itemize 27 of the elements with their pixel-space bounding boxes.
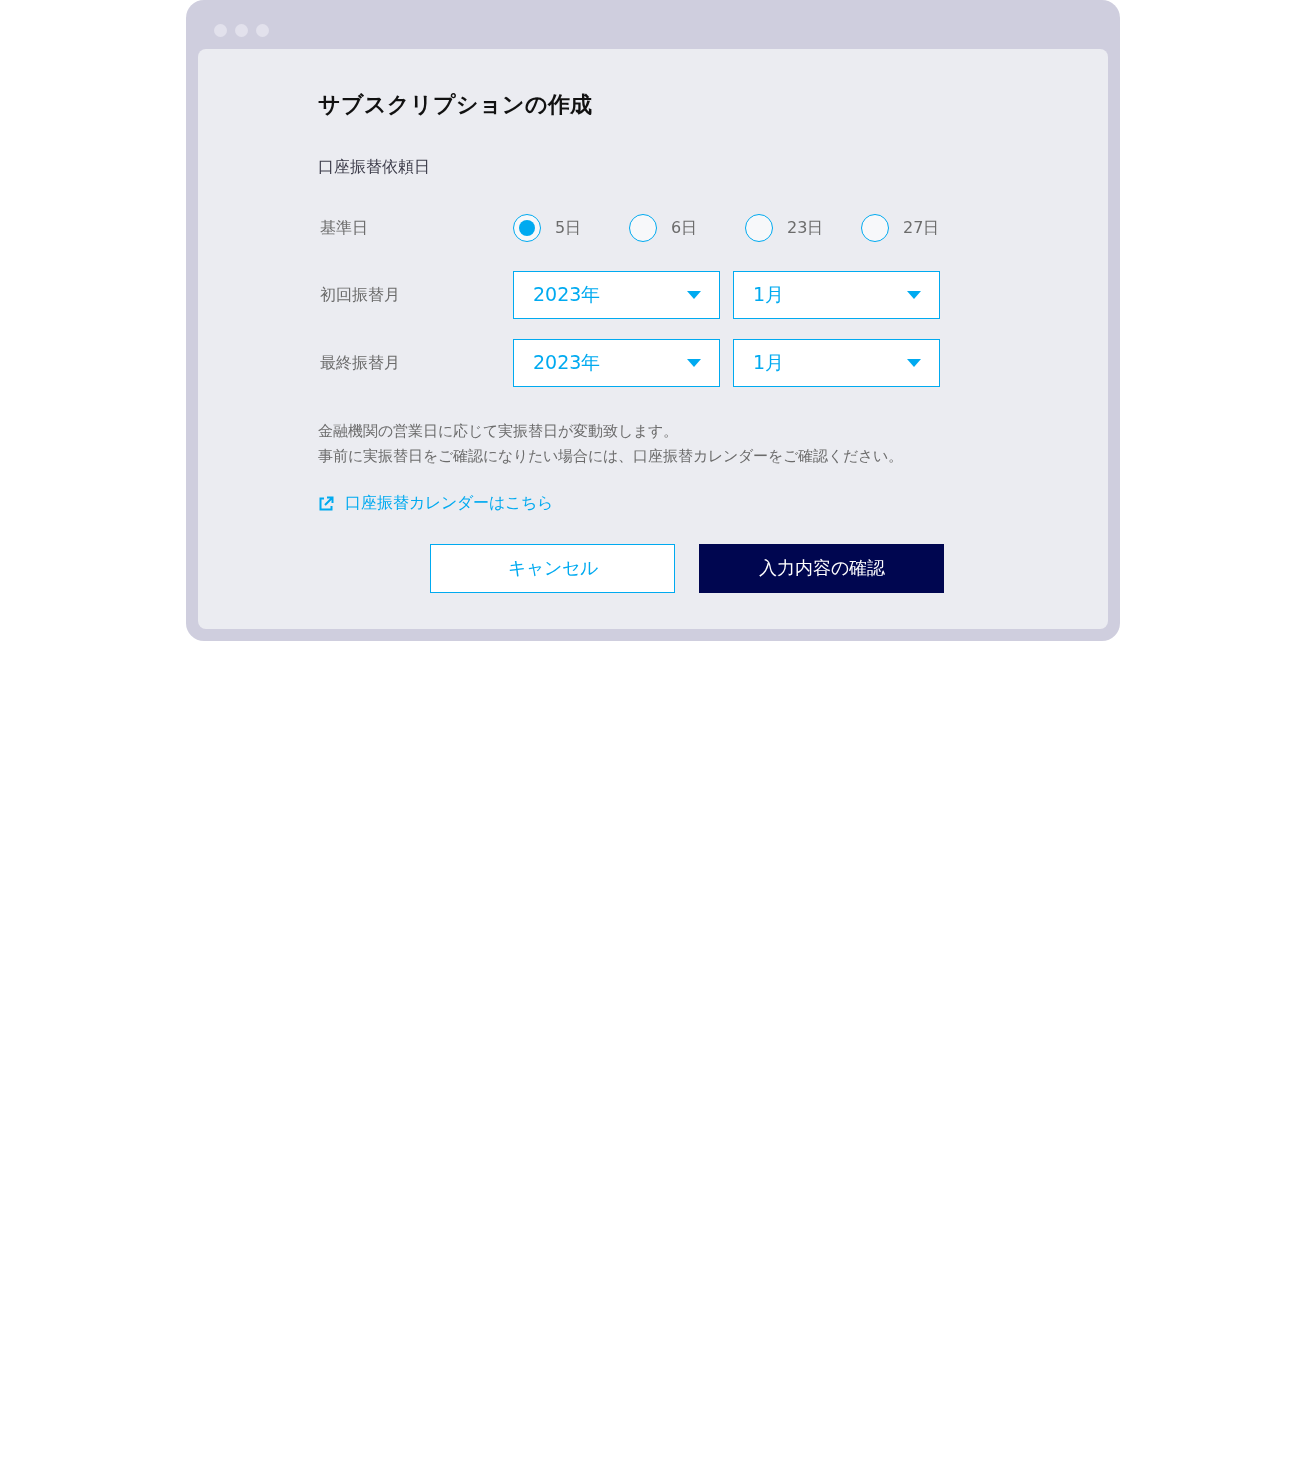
- field-label: 初回振替月: [319, 284, 401, 306]
- radio-button[interactable]: [745, 214, 773, 242]
- note-text: 事前に実振替日をご確認になりたい場合には、口座振替カレンダーをご確認ください。: [318, 446, 904, 467]
- note-text: 金融機関の営業日に応じて実振替日が変動致します。: [318, 421, 679, 442]
- dropdown-field[interactable]: 2023年: [513, 339, 720, 387]
- dropdown-field[interactable]: 2023年: [513, 271, 720, 319]
- radio-button[interactable]: [861, 214, 889, 242]
- field-label: 基準日: [319, 217, 369, 239]
- radio-option[interactable]: 5日: [513, 214, 629, 242]
- cancel-button[interactable]: キャンセル: [430, 543, 675, 593]
- field-label: 最終振替月: [319, 352, 401, 374]
- calendar-link[interactable]: 口座振替カレンダーはこちら: [318, 493, 553, 514]
- caret-icon: [907, 359, 921, 367]
- dropdown-field[interactable]: 1月: [733, 271, 940, 319]
- caret-icon: [687, 291, 701, 299]
- radio-option[interactable]: 23日: [745, 214, 861, 242]
- radio-button[interactable]: [513, 214, 541, 242]
- radio-option[interactable]: 27日: [861, 214, 977, 242]
- caret-icon: [687, 359, 701, 367]
- radio-button[interactable]: [629, 214, 657, 242]
- section-label: 口座振替依頼日: [318, 156, 431, 178]
- radio-option[interactable]: 6日: [629, 214, 745, 242]
- caret-icon: [907, 291, 921, 299]
- confirm-button[interactable]: 入力内容の確認: [699, 543, 944, 593]
- external-link-icon: [318, 495, 334, 512]
- dropdown-field[interactable]: 1月: [733, 339, 940, 387]
- dialog-title: サブスクリプションの作成: [318, 91, 593, 119]
